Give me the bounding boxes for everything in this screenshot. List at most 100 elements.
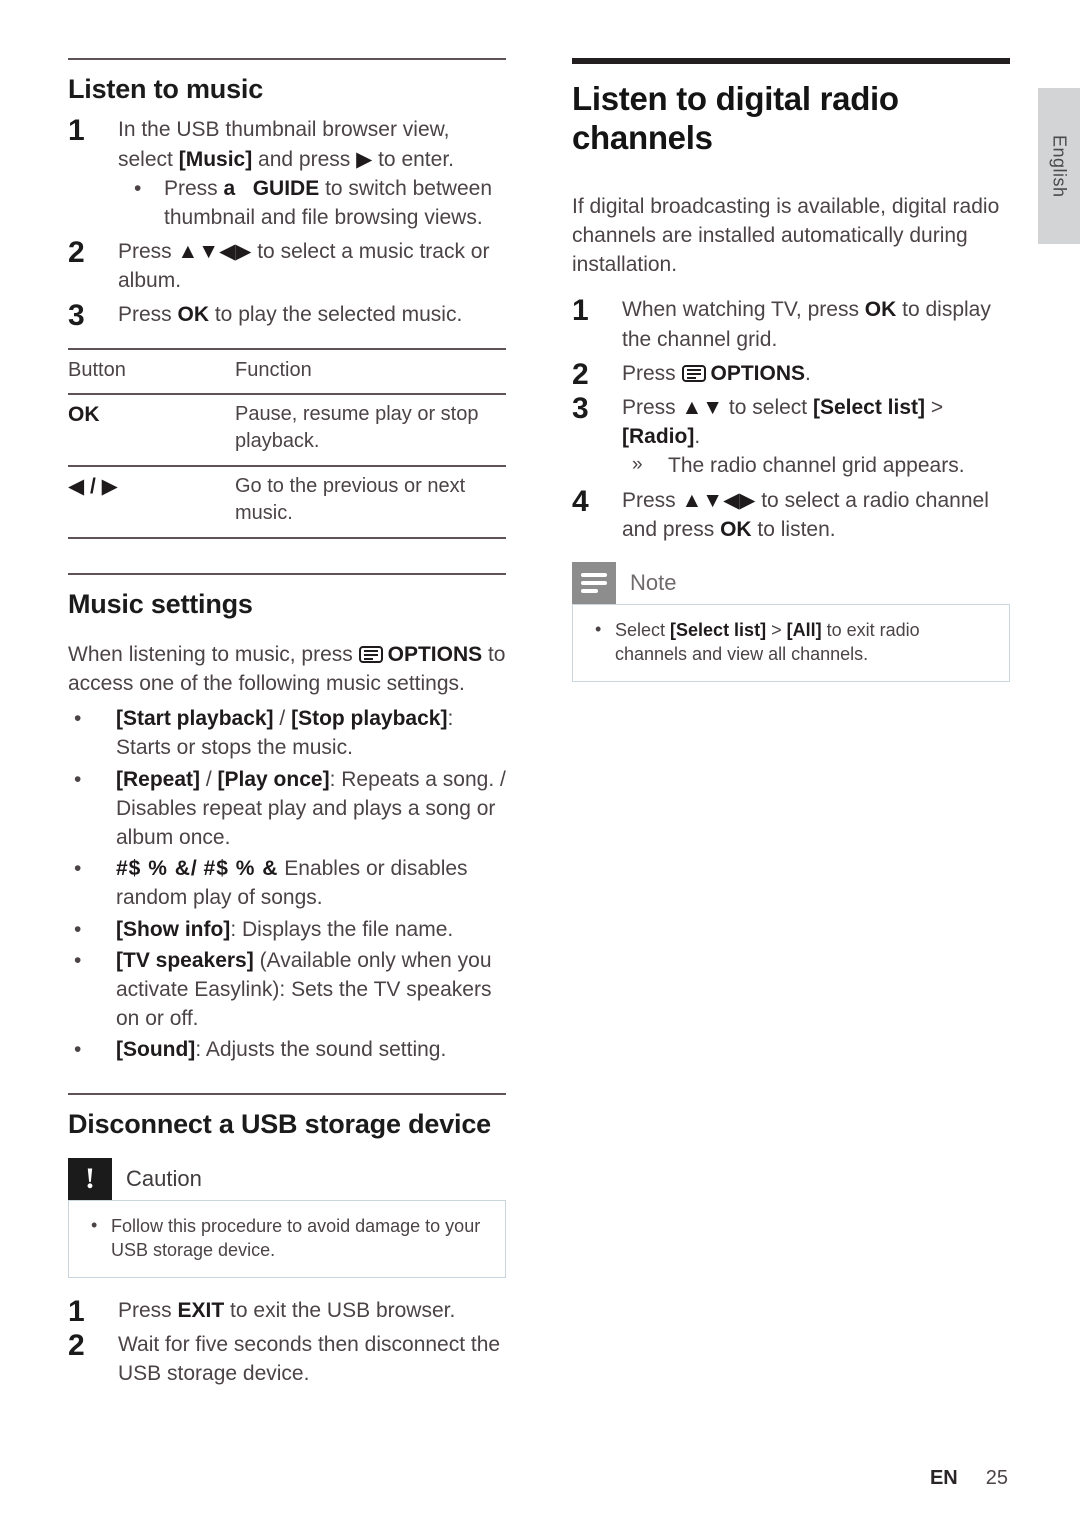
menu-term-shuffle-off-garbled: #$ % & [203,857,279,881]
step-text-before: Press [622,361,682,385]
section-rule-music-settings [68,572,506,575]
list-item: • [Start playback] / [Stop playback]: Sta… [68,704,506,762]
substep-text: The radio channel grid appears. [668,454,965,478]
menu-term-select-list: [Select list] [812,396,926,419]
step-number: 3 [572,392,589,425]
remote-key-options: OPTIONS [710,361,806,385]
note-lines-glyph [581,572,607,593]
music-settings-bullets: • [Start playback] / [Stop playback]: Sta… [68,704,506,1064]
bullet-description: : Adjusts the sound setting. [195,1038,447,1062]
heading-listen-to-digital-radio: Listen to digital radio channels [572,80,899,156]
remote-key-guide: GUIDE [252,176,320,200]
right-arrow-icon: ▶ [356,147,373,171]
remote-key-a: a [223,176,236,200]
step-text-after: to play the selected music. [209,303,463,327]
caution-icon: ! [68,1157,112,1200]
step-number: 1 [572,294,589,328]
cell-function: Go to the previous or next music. [235,465,506,539]
left-column: Listen to music 1 In the USB thumbnail b… [68,58,506,1394]
step-text-after: . [805,361,811,385]
note-header: Note [572,561,1010,604]
substep-item: • Press a GUIDE to switch between thumbna… [118,174,506,232]
list-item: • [Show info]: Displays the file name. [68,915,506,944]
section-rule-disconnect [68,1092,506,1095]
caution-body: • Follow this procedure to avoid damage t… [68,1199,506,1279]
bullet-icon: • [74,707,82,731]
remote-key-ok: OK [864,298,897,322]
table-header-row: Button Function [68,347,506,396]
substep-item: » The radio channel grid appears. [622,451,1010,480]
options-icon [681,364,706,382]
menu-term-show-info: [Show info] [116,917,231,941]
cell-function: Pause, resume play or stop playback. [235,394,506,467]
step-item: 2 Wait for five seconds then disconnect … [68,1329,506,1388]
step-text-after: to exit the USB browser. [224,1299,456,1323]
footer-page-number: 25 [985,1467,1008,1489]
step-number: 2 [68,1329,85,1363]
menu-term-repeat: [Repeat] [116,767,201,791]
menu-term-shuffle-on-garbled: #$ % &/ [116,857,198,881]
note-text-before: Select [615,619,671,640]
step-item: 1 Press EXIT to exit the USB browser. [68,1295,506,1328]
manual-page: Listen to music 1 In the USB thumbnail b… [0,0,1080,1526]
step-number: 3 [68,299,85,333]
caution-callout: ! Caution • Follow this procedure to avoi… [68,1157,506,1279]
menu-term-tv-speakers: [TV speakers] [116,948,254,972]
menu-term-music: [Music] [178,147,253,171]
options-icon [358,645,383,663]
radio-intro: If digital broadcasting is available, di… [572,194,1000,277]
language-tab-label: English [1049,134,1070,198]
cell-button: ◀ / ▶ [68,465,235,539]
remote-key-ok: OK [720,517,752,541]
step-item: 2 Press OPTIONS. [572,358,1010,391]
page-footer: EN 25 [930,1467,1008,1490]
radio-steps-list: 1 When watching TV, press OK to display … [572,294,1010,544]
separator: > [766,619,787,640]
step-text-before: Press [118,1299,178,1323]
bullet-icon: • [74,948,82,972]
exclamation-glyph: ! [85,1161,95,1195]
menu-term-stop-playback: [Stop playback] [291,707,448,731]
bullet-icon: • [74,857,82,881]
list-item: • [Repeat] / [Play once]: Repeats a song.… [68,765,506,853]
navigation-arrows-icon: ▲▼◀▶ [681,488,756,512]
step-number: 2 [68,236,85,270]
step-text-before: When watching TV, press [622,298,865,322]
remote-key-exit: EXIT [177,1299,225,1323]
substep-list: • Press a GUIDE to switch between thumbna… [118,174,506,232]
table-row: ◀ / ▶ Go to the previous or next music. [68,465,506,539]
step-text-before: Wait for five seconds then disconnect th… [118,1333,501,1386]
heading-music-settings: Music settings [68,588,253,619]
caution-text: Follow this procedure to avoid damage to… [111,1215,481,1260]
menu-term-radio: [Radio] [622,425,695,449]
menu-term-all: [All] [786,619,822,640]
navigation-arrows-icon: ▲▼◀▶ [177,240,252,264]
menu-term-sound: [Sound] [116,1038,196,1062]
list-item: • [Sound]: Adjusts the sound setting. [68,1035,506,1064]
heading-listen-to-music: Listen to music [68,74,264,104]
step-item: 2 Press ▲▼◀▶ to select a music track or … [68,236,506,295]
step-item: 1 When watching TV, press OK to display … [572,294,1010,353]
separator: / [200,767,218,791]
music-settings-intro: When listening to music, press OPTIONS t… [68,640,506,698]
bullet-icon: • [74,767,82,791]
list-item: • [TV speakers] (Available only when you … [68,946,506,1034]
language-tab: English [1038,88,1080,244]
column-header-function: Function [235,347,506,396]
caution-header: ! Caution [68,1157,506,1200]
caution-title: Caution [126,1165,202,1191]
music-steps-list: 1 In the USB thumbnail browser view, sel… [68,114,506,332]
footer-locale: EN [929,1467,958,1489]
menu-term-start-playback: [Start playback] [116,707,274,731]
column-header-button: Button [68,347,235,396]
substep-text-before: Press [164,176,224,200]
remote-key-options: OPTIONS [387,642,483,666]
step-text-before: Press [622,396,682,419]
note-title: Note [630,569,677,595]
note-callout: Note • Select [Select list] > [All] to ex… [572,561,1010,683]
result-marker-icon: » [632,454,643,476]
separator: > [925,396,944,419]
menu-term-play-once: [Play once] [217,767,330,791]
